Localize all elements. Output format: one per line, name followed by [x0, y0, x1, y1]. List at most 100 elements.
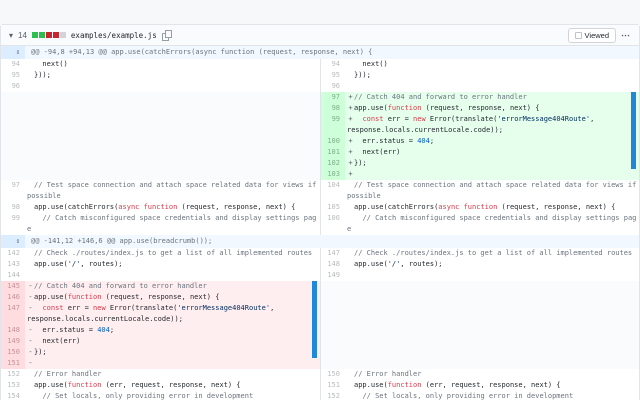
line-number-empty	[1, 169, 25, 180]
code-line-empty	[25, 114, 320, 136]
line-number[interactable]: 100	[321, 136, 345, 147]
line-number[interactable]: 147	[321, 248, 345, 259]
diff-half-right: 96	[320, 81, 639, 92]
diff-half-right: 148 app.use('/', routes);	[320, 259, 639, 270]
diff-sign	[347, 391, 354, 400]
diffstat	[31, 32, 66, 38]
line-number[interactable]: 149	[1, 336, 25, 347]
changes-count: 14	[18, 30, 27, 40]
line-number[interactable]: 142	[1, 248, 25, 259]
code-line: // Error handler	[25, 369, 320, 380]
code-line: // Set locals, only providing error in d…	[345, 391, 639, 400]
line-number-empty	[321, 325, 345, 336]
line-number[interactable]: 102	[321, 158, 345, 169]
line-number[interactable]: 151	[1, 358, 25, 369]
line-number[interactable]: 143	[1, 259, 25, 270]
viewed-checkbox[interactable]	[574, 31, 582, 39]
diff-sign	[27, 270, 34, 281]
diff-half-left	[1, 136, 320, 147]
diff-row: 102 +});	[1, 158, 639, 169]
line-number[interactable]: 99	[321, 114, 345, 136]
copy-path-icon[interactable]	[161, 30, 172, 41]
code-line-empty	[25, 136, 320, 147]
code-line	[25, 81, 320, 92]
code-line: +});	[345, 158, 639, 169]
expand-diff-icon[interactable]: ⇕	[1, 46, 25, 59]
line-number[interactable]: 154	[1, 391, 25, 400]
line-number[interactable]: 147	[1, 303, 25, 325]
diff-half-right: 94 next()	[320, 59, 639, 70]
diff-half-left: 142 // Check ./routes/index.js to get a …	[1, 248, 320, 259]
code-line-empty	[25, 147, 320, 158]
line-number[interactable]: 94	[1, 59, 25, 70]
collapse-file-chevron-icon[interactable]: ▾	[9, 31, 13, 40]
line-number[interactable]: 96	[1, 81, 25, 92]
code-line-empty	[345, 336, 639, 347]
line-number[interactable]: 98	[1, 202, 25, 213]
code-line: // Check ./routes/index.js to get a list…	[25, 248, 320, 259]
diff-sign	[347, 180, 354, 191]
line-number[interactable]: 94	[321, 59, 345, 70]
line-number[interactable]: 101	[321, 147, 345, 158]
diff-half-right: 152 // Set locals, only providing error …	[320, 391, 639, 400]
line-number-empty	[1, 114, 25, 136]
expand-diff-icon[interactable]: ⇕	[1, 235, 25, 248]
line-number[interactable]: 106	[321, 213, 345, 235]
diff-half-right: 103 +	[320, 169, 639, 180]
line-number[interactable]: 104	[321, 180, 345, 202]
line-number[interactable]: 105	[321, 202, 345, 213]
file-path: examples/example.js	[70, 30, 157, 40]
line-number[interactable]: 152	[321, 391, 345, 400]
code-line: app.use(function (err, request, response…	[345, 380, 639, 391]
diff-sign	[27, 180, 34, 191]
line-number-empty	[321, 303, 345, 325]
line-number[interactable]: 150	[1, 347, 25, 358]
code-line: // Error handler	[345, 369, 639, 380]
diff-half-left	[1, 147, 320, 158]
code-line: -app.use(function (request, response, ne…	[25, 292, 320, 303]
line-number[interactable]: 97	[1, 180, 25, 202]
diff-file-container: ▾ 14 examples/example.js Viewed ⋯ ⇕ @@ -9…	[0, 24, 640, 400]
line-number[interactable]: 153	[1, 380, 25, 391]
line-number[interactable]: 151	[321, 380, 345, 391]
diff-row: 149- next(err)	[1, 336, 639, 347]
line-number[interactable]: 145	[1, 281, 25, 292]
code-line: next()	[25, 59, 320, 70]
code-line-empty	[345, 292, 639, 303]
diff-row: 153 app.use(function (err, request, resp…	[1, 380, 639, 391]
diff-half-right	[320, 292, 639, 303]
code-line	[25, 270, 320, 281]
diff-half-left	[1, 92, 320, 103]
diff-half-right: 147 // Check ./routes/index.js to get a …	[320, 248, 639, 259]
code-line: }));	[345, 70, 639, 81]
line-number[interactable]: 144	[1, 270, 25, 281]
line-number[interactable]: 152	[1, 369, 25, 380]
line-number[interactable]: 99	[1, 213, 25, 235]
line-number[interactable]: 97	[321, 92, 345, 103]
line-number[interactable]: 150	[321, 369, 345, 380]
line-number[interactable]: 96	[321, 81, 345, 92]
line-number[interactable]: 149	[321, 270, 345, 281]
code-line-empty	[345, 358, 639, 369]
line-number[interactable]: 95	[321, 70, 345, 81]
code-line-empty	[345, 347, 639, 358]
diff-row: 100 + err.status = 404;	[1, 136, 639, 147]
diff-half-left: 144	[1, 270, 320, 281]
line-number[interactable]: 148	[321, 259, 345, 270]
diff-half-right: 99 + const err = new Error(translate('err…	[320, 114, 639, 136]
line-number[interactable]: 95	[1, 70, 25, 81]
line-number[interactable]: 146	[1, 292, 25, 303]
line-number[interactable]: 148	[1, 325, 25, 336]
diff-row: 99 + const err = new Error(translate('err…	[1, 114, 639, 136]
line-number[interactable]: 103	[321, 169, 345, 180]
diff-row: 99 // Catch misconfigured space credenti…	[1, 213, 639, 235]
file-options-kebab-icon[interactable]: ⋯	[621, 30, 631, 41]
line-number[interactable]: 98	[321, 103, 345, 114]
diff-sign	[347, 259, 354, 270]
diff-half-right: 149	[320, 270, 639, 281]
viewed-button[interactable]: Viewed	[567, 27, 616, 43]
diff-half-left	[1, 158, 320, 169]
diff-row: 144 149	[1, 270, 639, 281]
diff-sign: -	[28, 293, 33, 301]
diff-row: 101 + next(err)	[1, 147, 639, 158]
